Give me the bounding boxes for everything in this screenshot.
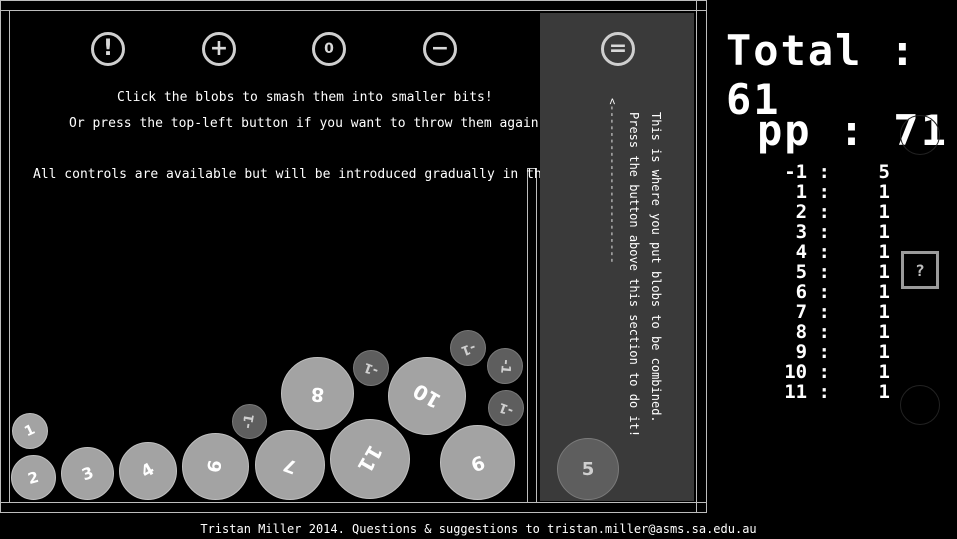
blob-3[interactable]: 3	[61, 447, 114, 500]
blob-label: 8	[309, 381, 326, 406]
blob-label: 7	[280, 452, 300, 478]
blob-7[interactable]: 7	[255, 430, 325, 500]
count-value: 1	[878, 301, 890, 323]
count-value: 1	[878, 361, 890, 383]
blob-label: 11	[352, 440, 388, 478]
blob-label: 10	[408, 378, 446, 414]
count-value: 1	[878, 241, 890, 263]
combine-panel-text-2: Press the button above this section to d…	[627, 112, 641, 438]
count-key: 5 :	[795, 261, 830, 283]
count-row: 4 : 1	[780, 242, 890, 262]
blob-label: -1	[496, 398, 516, 418]
count-value: 1	[878, 221, 890, 243]
blob-neg-1[interactable]: -1	[488, 390, 524, 426]
divider-right	[536, 168, 537, 503]
ghost-circle-bottom	[900, 385, 940, 425]
help-button[interactable]: ?	[901, 251, 939, 289]
blob-9[interactable]: 9	[440, 425, 515, 500]
blob-label: 5	[581, 458, 595, 480]
zero-label: 0	[324, 41, 334, 57]
blob-label: -1	[458, 338, 478, 358]
combine-blob-5[interactable]: 5	[557, 438, 619, 500]
count-key: 2 :	[795, 201, 830, 223]
count-key: 3 :	[795, 221, 830, 243]
frame-top-inner	[0, 10, 707, 11]
blob-label: 4	[137, 459, 159, 483]
ghost-circle-top	[900, 115, 940, 155]
count-value: 1	[878, 321, 890, 343]
blob-2[interactable]: 2	[11, 455, 56, 500]
frame-bottom-inner	[0, 502, 707, 503]
blob-count-list: -1 : 5 1 : 1 2 : 1 3 : 1 4 : 1 5 : 1 6 : 1 7 : 1…	[780, 162, 890, 402]
count-row: 3 : 1	[780, 222, 890, 242]
count-value: 1	[878, 261, 890, 283]
count-row: 10 : 1	[780, 362, 890, 382]
count-key: 10 :	[784, 361, 830, 383]
count-row: 2 : 1	[780, 202, 890, 222]
zero-button[interactable]: 0	[312, 32, 346, 66]
help-label: ?	[915, 260, 925, 280]
count-row: 6 : 1	[780, 282, 890, 302]
combine-panel-arrow: <------------------------	[606, 98, 619, 264]
blob-1[interactable]: 1	[12, 413, 48, 449]
blob-label: -1	[240, 413, 259, 430]
count-key: 1 :	[795, 181, 830, 203]
blob-neg-1[interactable]: -1	[487, 348, 523, 384]
frame-right-outer	[706, 0, 707, 513]
blob-label: 1	[22, 421, 38, 441]
instruction-line-2: Or press the top-left button if you want…	[69, 116, 547, 131]
count-key: 4 :	[795, 241, 830, 263]
blob-4[interactable]: 4	[119, 442, 177, 500]
plus-button[interactable]: +	[202, 32, 236, 66]
frame-left-inner	[9, 10, 10, 503]
throw-label: !	[102, 36, 114, 61]
count-row: -1 : 5	[780, 162, 890, 182]
blob-neg-1[interactable]: -1	[353, 350, 389, 386]
count-value: 1	[878, 181, 890, 203]
minus-label: −	[430, 36, 450, 61]
count-value: 1	[878, 341, 890, 363]
frame-left-outer	[0, 0, 1, 513]
blob-neg-1[interactable]: -1	[450, 330, 486, 366]
blob-label: 3	[79, 462, 96, 485]
blob-label: -1	[361, 358, 381, 378]
combine-label: =	[608, 36, 628, 61]
combine-panel-text-1: This is where you put blobs to be combin…	[649, 112, 663, 423]
frame-top-outer	[0, 0, 707, 1]
frame-bottom-outer	[0, 512, 707, 513]
combine-button[interactable]: =	[601, 32, 635, 66]
count-value: 1	[878, 381, 890, 403]
count-value: 5	[878, 161, 890, 183]
blob-11[interactable]: 11	[330, 419, 410, 499]
count-row: 1 : 1	[780, 182, 890, 202]
blob-label: -1	[496, 358, 514, 374]
blob-neg-1[interactable]: -1	[232, 404, 267, 439]
footer-credits: Tristan Miller 2014. Questions & suggest…	[200, 522, 757, 536]
minus-button[interactable]: −	[423, 32, 457, 66]
plus-label: +	[209, 36, 229, 61]
blob-8[interactable]: 8	[281, 357, 354, 430]
blob-10[interactable]: 10	[388, 357, 466, 435]
count-value: 1	[878, 281, 890, 303]
count-row: 8 : 1	[780, 322, 890, 342]
count-row: 5 : 1	[780, 262, 890, 282]
count-key: 6 :	[795, 281, 830, 303]
throw-button[interactable]: !	[91, 32, 125, 66]
count-key: 8 :	[795, 321, 830, 343]
blob-label: 2	[26, 467, 41, 488]
blob-6[interactable]: 6	[182, 433, 249, 500]
count-key: 7 :	[795, 301, 830, 323]
instruction-line-1: Click the blobs to smash them into small…	[117, 90, 493, 105]
count-value: 1	[878, 201, 890, 223]
count-key: -1 :	[784, 161, 830, 183]
blob-label: 6	[204, 458, 227, 475]
frame-right-inner	[696, 0, 697, 513]
count-key: 11 :	[784, 381, 830, 403]
count-row: 9 : 1	[780, 342, 890, 362]
count-row: 11 : 1	[780, 382, 890, 402]
blob-label: 9	[467, 449, 488, 476]
count-row: 7 : 1	[780, 302, 890, 322]
count-key: 9 :	[795, 341, 830, 363]
divider-left	[527, 168, 528, 503]
